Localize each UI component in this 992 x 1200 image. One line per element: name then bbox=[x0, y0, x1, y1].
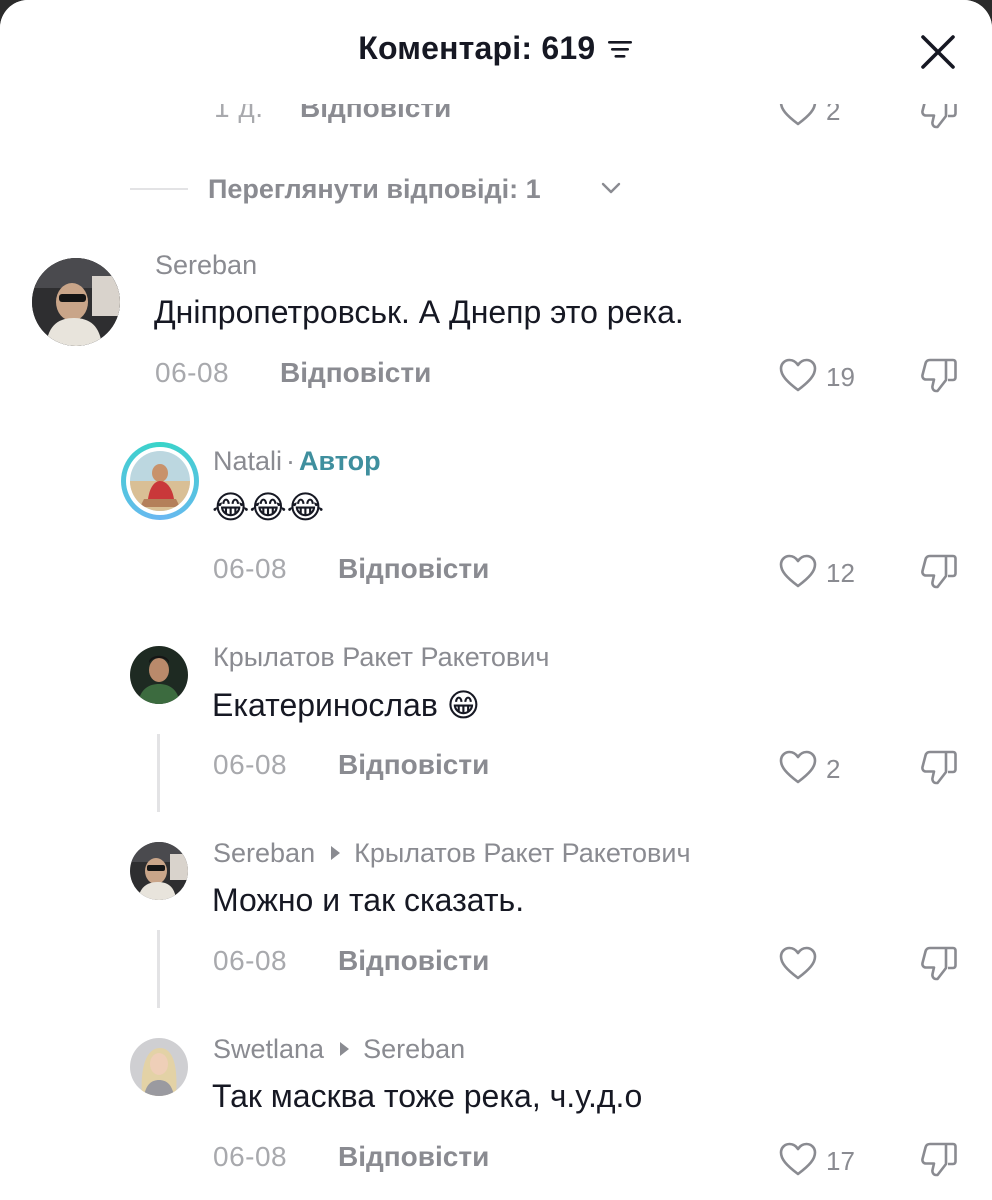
heart-outline-icon bbox=[779, 750, 817, 784]
like-button[interactable]: 12 bbox=[778, 552, 868, 592]
comment-time: 06-08 bbox=[213, 749, 288, 780]
reply-username-text[interactable]: Swetlana bbox=[213, 1034, 324, 1064]
avatar-story-ring[interactable] bbox=[121, 442, 199, 520]
avatar[interactable] bbox=[130, 1038, 188, 1096]
avatar[interactable] bbox=[32, 258, 120, 346]
comments-sheet: Коментарі: 619 1 д. Відповісти 2 Перегля… bbox=[0, 0, 992, 1200]
comment-time: 06-08 bbox=[213, 553, 288, 584]
reply-text: Екатеринослав 😁 bbox=[212, 687, 481, 723]
like-count: 2 bbox=[826, 754, 841, 784]
reply-arrow-icon bbox=[331, 846, 341, 860]
reply-text: Можно и так сказать. bbox=[212, 882, 525, 918]
comment-username[interactable]: Sereban bbox=[155, 250, 257, 281]
reply-username-text[interactable]: Sereban bbox=[213, 838, 315, 868]
reply-username-text[interactable]: Natali bbox=[213, 446, 282, 476]
like-button[interactable] bbox=[778, 944, 868, 984]
reply-username[interactable]: Крылатов Ракет Ракетович bbox=[213, 642, 549, 673]
reply-to-username[interactable]: Крылатов Ракет Ракетович bbox=[354, 838, 690, 868]
thumbs-down-outline-icon[interactable] bbox=[918, 550, 960, 592]
like-button[interactable]: 17 bbox=[778, 1140, 868, 1180]
comments-header: Коментарі: 619 bbox=[0, 0, 992, 104]
reply-arrow-icon bbox=[340, 1042, 350, 1056]
comment-time: 06-08 bbox=[213, 1141, 288, 1172]
reply-button[interactable]: Відповісти bbox=[338, 749, 489, 781]
close-icon[interactable] bbox=[918, 32, 958, 72]
reply-button[interactable]: Відповісти bbox=[338, 553, 489, 585]
comment-time: 06-08 bbox=[213, 945, 288, 976]
comment-time: 06-08 bbox=[155, 357, 230, 388]
thread-line bbox=[157, 930, 160, 1008]
heart-outline-icon bbox=[779, 554, 817, 588]
reply-button[interactable]: Відповісти bbox=[338, 945, 489, 977]
avatar[interactable] bbox=[130, 842, 188, 900]
view-replies-label: Переглянути відповіді: 1 bbox=[208, 174, 541, 204]
thumbs-down-outline-icon[interactable] bbox=[918, 354, 960, 396]
chevron-down-icon bbox=[601, 182, 621, 194]
heart-outline-icon bbox=[779, 946, 817, 980]
thread-line bbox=[157, 734, 160, 812]
reply-username: Swetlana Sereban bbox=[213, 1034, 465, 1065]
heart-outline-icon bbox=[779, 1142, 817, 1176]
like-button[interactable]: 19 bbox=[778, 356, 868, 396]
avatar[interactable] bbox=[130, 646, 188, 704]
like-count: 17 bbox=[826, 1146, 855, 1176]
thumbs-down-outline-icon[interactable] bbox=[918, 1138, 960, 1180]
reply-text: Так масква тоже река, ч.у.д.о bbox=[212, 1078, 643, 1114]
like-count: 12 bbox=[826, 558, 855, 588]
avatar bbox=[130, 451, 190, 511]
like-button[interactable]: 2 bbox=[778, 748, 868, 788]
sort-icon[interactable] bbox=[606, 37, 634, 66]
like-count: 19 bbox=[826, 362, 855, 392]
reply-to-username[interactable]: Sereban bbox=[363, 1034, 465, 1064]
thumbs-down-outline-icon[interactable] bbox=[918, 746, 960, 788]
reply-username: Natali · Автор bbox=[213, 446, 381, 477]
reply-button[interactable]: Відповісти bbox=[280, 357, 431, 389]
heart-outline-icon bbox=[779, 358, 817, 392]
reply-button[interactable]: Відповісти bbox=[338, 1141, 489, 1173]
comments-title: Коментарі: 619 bbox=[358, 30, 596, 66]
thumbs-down-outline-icon[interactable] bbox=[918, 942, 960, 984]
divider bbox=[130, 188, 188, 190]
author-badge: Автор bbox=[299, 446, 381, 476]
separator: · bbox=[286, 446, 296, 476]
comment-text: Дніпропетровськ. А Днепр это река. bbox=[154, 294, 684, 330]
reply-text: 😂😂😂 bbox=[212, 489, 325, 525]
reply-username: Sereban Крылатов Ракет Ракетович bbox=[213, 838, 691, 869]
